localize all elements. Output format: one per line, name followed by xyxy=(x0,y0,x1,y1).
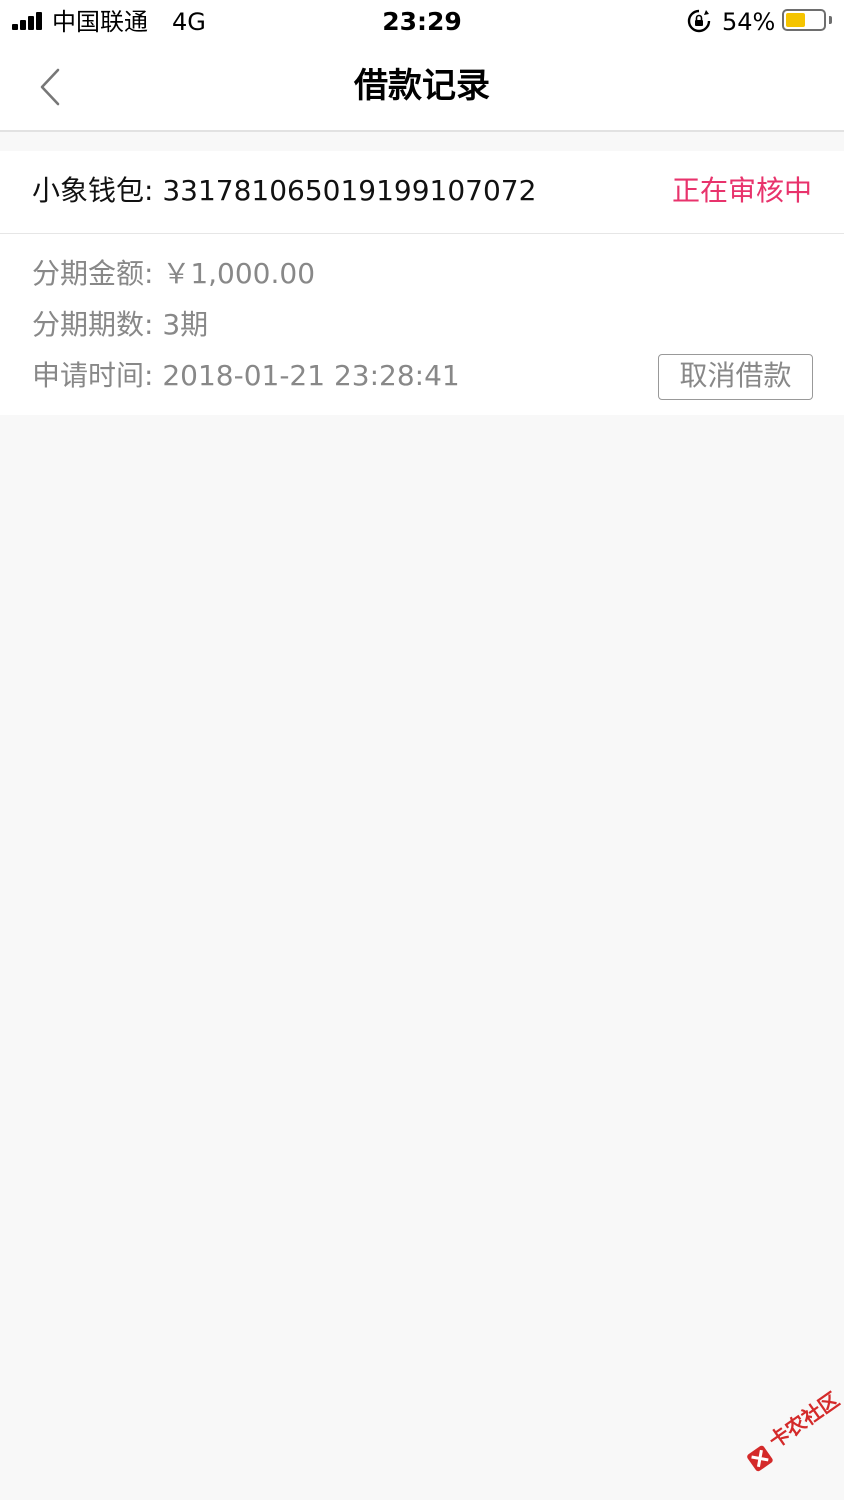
page-title: 借款记录 xyxy=(354,66,490,106)
status-bar: 中国联通 4G 23:29 54% xyxy=(0,0,844,44)
installment-periods: 分期期数: 3期 xyxy=(32,308,209,341)
status-badge: 正在审核中 xyxy=(671,174,812,207)
clock: 23:29 xyxy=(382,7,462,36)
record-details: 分期金额: ￥1,000.00 分期期数: 3期 申请时间: 2018-01-2… xyxy=(0,234,844,415)
nav-bar: 借款记录 xyxy=(0,44,844,132)
installment-amount: 分期金额: ￥1,000.00 xyxy=(32,257,316,290)
rotation-lock-icon xyxy=(687,9,711,33)
battery-level-fill xyxy=(786,13,805,27)
cancel-loan-button[interactable]: 取消借款 xyxy=(658,354,813,400)
battery-tip xyxy=(829,16,832,24)
wallet-order-label: 小象钱包: 3317810650191991070​72 xyxy=(32,174,537,207)
battery-icon xyxy=(782,9,826,31)
apply-time: 申请时间: 2018-01-21 23:28:41 xyxy=(32,359,460,392)
battery-percent: 54% xyxy=(722,8,776,36)
record-header[interactable]: 小象钱包: 3317810650191991070​72 正在审核中 xyxy=(0,151,844,234)
